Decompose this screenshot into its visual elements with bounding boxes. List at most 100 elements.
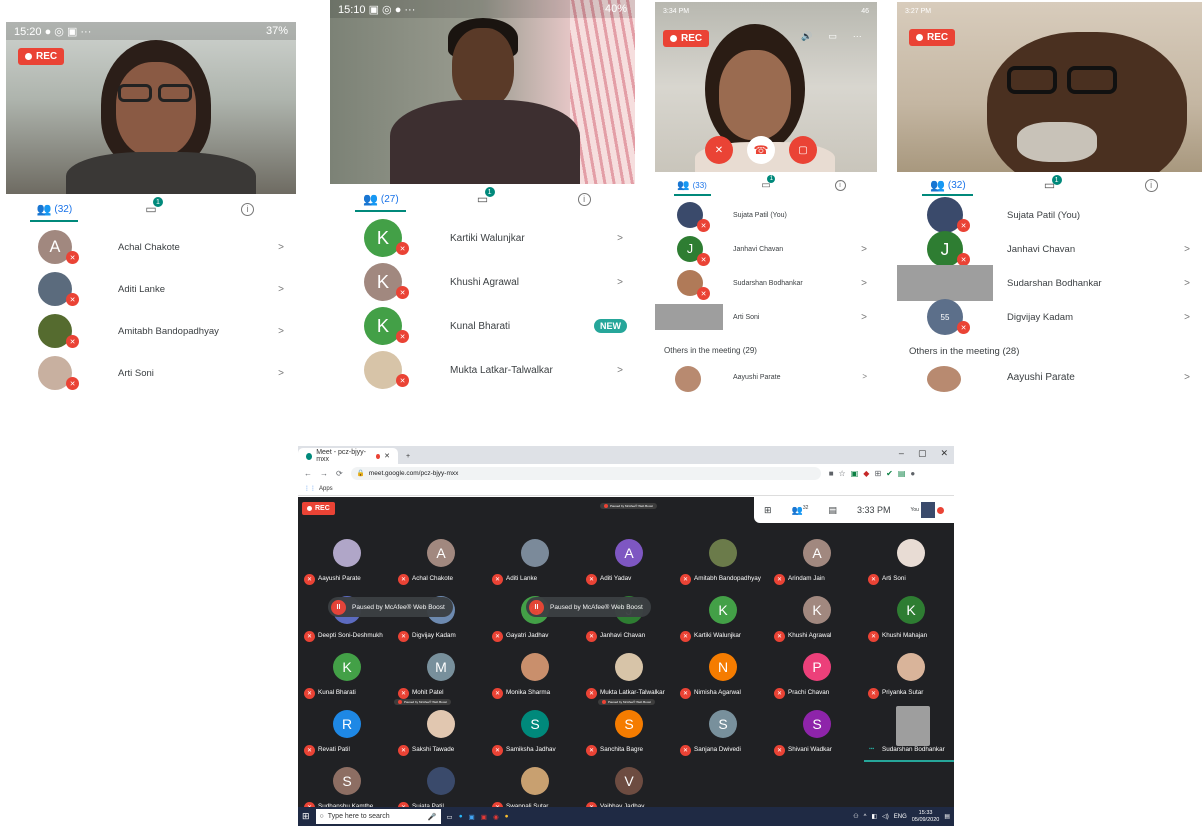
tab-info[interactable]: i [1100, 174, 1202, 196]
tab-chat[interactable]: ▭ 1 [729, 174, 803, 196]
participant-tile[interactable]: ▪▪▪ Sudarshan Bodhankar [864, 706, 954, 762]
tab-participants[interactable]: 👥 (32) [897, 174, 999, 196]
participant-tile[interactable]: ✕ Sakshi Tawade [394, 706, 488, 762]
taskbar-search[interactable]: ○ Type here to search 🎤 [315, 809, 441, 824]
close-window-icon[interactable]: ✕ [940, 448, 948, 459]
list-item[interactable]: ✕ Mukta Latkar-Talwalkar > [330, 348, 635, 392]
participant-tile[interactable]: M ✕ Mohit Patel [394, 649, 488, 705]
notification-icon[interactable]: ▤ [944, 813, 950, 820]
tray-chevron-icon[interactable]: ^ [864, 814, 867, 820]
participant-tile[interactable]: ✕ Monika Sharma [488, 649, 582, 705]
camera-off-button[interactable]: ▢ [789, 136, 817, 164]
mcafee-icon[interactable]: ◆ [863, 469, 869, 478]
participant-tile[interactable]: ✕ Amitabh Bandopadhyay [676, 535, 770, 591]
participant-tile[interactable]: A ✕ Arindam Jain [770, 535, 864, 591]
network-icon[interactable]: ◧ [871, 813, 877, 820]
camera-indicator-icon[interactable]: ■ [829, 469, 834, 478]
list-item[interactable]: Arti Soni > [655, 300, 877, 334]
tab-chat[interactable]: ▭ 1 [432, 186, 534, 212]
list-item[interactable]: A ✕ Achal Chakote > [6, 226, 296, 268]
list-item[interactable]: K ✕ Kunal Bharati NEW [330, 304, 635, 348]
app-icon[interactable]: ▣ [481, 813, 487, 821]
participant-tile[interactable]: K ✕ Kartiki Walunjkar [676, 592, 770, 648]
grid-extension-icon[interactable]: ⊞ [874, 469, 881, 478]
browser-tab-meet[interactable]: Meet - pcz-bjyy-mxx ✕ [298, 448, 398, 464]
participant-tile[interactable]: K ✕ Kunal Bharati [300, 649, 394, 705]
reload-icon[interactable]: ⟳ [336, 469, 343, 478]
list-item[interactable]: ✕ Sudarshan Bodhankar > [655, 266, 877, 300]
participant-tile[interactable]: A ✕ Aditi Yadav [582, 535, 676, 591]
list-item[interactable]: K ✕ Kartiki Walunjkar > [330, 216, 635, 260]
task-view-icon[interactable]: ▭ [447, 813, 453, 821]
tab-chat[interactable]: ▭ 1 [103, 196, 200, 222]
tab-chat[interactable]: ▭ 1 [999, 174, 1101, 196]
address-bar[interactable]: 🔒 meet.google.com/pcz-bjyy-mxx [350, 466, 821, 480]
tab-participants[interactable]: 👥 (33) [655, 174, 729, 196]
check-extension-icon[interactable]: ✔ [886, 469, 893, 478]
caption-icon[interactable]: ▭ [828, 31, 837, 42]
tab-participants[interactable]: 👥 (32) [6, 196, 103, 222]
participant-tile[interactable]: S ✕ Sanchita Bagre [582, 706, 676, 762]
mic-off-button[interactable]: ✕ [705, 136, 733, 164]
volume-icon[interactable]: ◁) [882, 813, 889, 820]
tray-clock[interactable]: 15:33 05/09/2020 [912, 810, 940, 824]
language-indicator[interactable]: ENG [894, 814, 907, 820]
store-icon[interactable]: ▣ [469, 813, 475, 821]
windows-start-icon[interactable]: ⊞ [302, 811, 310, 822]
self-view[interactable]: You [911, 502, 944, 518]
speaker-icon[interactable]: 🔊 [801, 31, 812, 42]
list-item[interactable]: J ✕ Janhavi Chavan > [897, 231, 1202, 267]
participant-tile[interactable]: ✕ Aditi Lanke [488, 535, 582, 591]
edge-icon[interactable]: ● [459, 813, 463, 820]
participant-tile[interactable]: A ✕ Achal Chakote [394, 535, 488, 591]
new-tab-button[interactable]: + [398, 448, 424, 464]
tab-info[interactable]: i [199, 196, 296, 222]
mcafee-taskbar-icon[interactable]: ◉ [493, 813, 499, 821]
participants-button[interactable]: 👥32 [792, 505, 809, 516]
list-item[interactable]: ✕ Arti Soni > [6, 352, 296, 394]
list-item[interactable]: J ✕ Janhavi Chavan > [655, 232, 877, 266]
participant-tile[interactable]: R ✕ Revati Patil [300, 706, 394, 762]
info-icon: i [241, 202, 255, 216]
list-item[interactable]: Aayushi Parate > [655, 362, 877, 392]
list-item[interactable]: ✕ Sujata Patil (You) [655, 198, 877, 232]
star-icon[interactable]: ☆ [839, 469, 846, 478]
participant-tile[interactable]: ✕ Mukta Latkar-Talwalkar [582, 649, 676, 705]
participant-tile[interactable]: K ✕ Khushi Agrawal [770, 592, 864, 648]
profile-avatar-icon[interactable]: ● [910, 469, 915, 478]
apps-grid-icon[interactable]: ⋮⋮ [304, 485, 316, 492]
tab-info[interactable]: i [803, 174, 877, 196]
close-tab-icon[interactable]: ✕ [384, 452, 390, 460]
maximize-icon[interactable]: ▢ [918, 448, 927, 459]
chat-icon[interactable]: ▤ [828, 505, 837, 516]
participant-tile[interactable]: S ✕ Sanjana Dwivedi [676, 706, 770, 762]
participant-tile[interactable]: K ✕ Khushi Mahajan [864, 592, 954, 648]
list-item[interactable]: ✕ Amitabh Bandopadhyay > [6, 310, 296, 352]
forward-icon[interactable]: → [320, 469, 328, 478]
tab-info[interactable]: i [533, 186, 635, 212]
sheet-extension-icon[interactable]: ▤ [898, 469, 906, 478]
minimize-icon[interactable]: – [899, 448, 904, 459]
list-item[interactable]: 55 ✕ Digvijay Kadam > [897, 299, 1202, 335]
participant-tile[interactable]: P ✕ Prachi Chavan [770, 649, 864, 705]
list-item[interactable]: ✕ Aditi Lanke > [6, 268, 296, 310]
participant-tile[interactable]: N ✕ Nimisha Agarwal [676, 649, 770, 705]
list-item[interactable]: K ✕ Khushi Agrawal > [330, 260, 635, 304]
participant-tile[interactable]: ✕ Priyanka Sutar [864, 649, 954, 705]
list-item[interactable]: Sudarshan Bodhankar > [897, 265, 1202, 301]
apps-bookmark[interactable]: Apps [319, 486, 333, 492]
people-tray-icon[interactable]: ⚇ [853, 813, 858, 820]
list-item[interactable]: Aayushi Parate > [897, 362, 1202, 392]
chrome-icon[interactable]: ● [505, 813, 509, 820]
participant-tile[interactable]: S ✕ Samiksha Jadhav [488, 706, 582, 762]
grid-layout-icon[interactable]: ⊞ [764, 505, 772, 516]
tab-participants[interactable]: 👥 (27) [330, 186, 432, 212]
hang-up-button[interactable]: ☎ [747, 136, 775, 164]
participant-tile[interactable]: ✕ Aayushi Parate [300, 535, 394, 591]
more-options-icon[interactable]: ··· [853, 31, 862, 42]
list-item[interactable]: ✕ Sujata Patil (You) [897, 197, 1202, 233]
extension-icon[interactable]: ▣ [851, 469, 859, 478]
participant-tile[interactable]: ✕ Arti Soni [864, 535, 954, 591]
participant-tile[interactable]: S ✕ Shivani Wadkar [770, 706, 864, 762]
back-icon[interactable]: ← [304, 469, 312, 478]
